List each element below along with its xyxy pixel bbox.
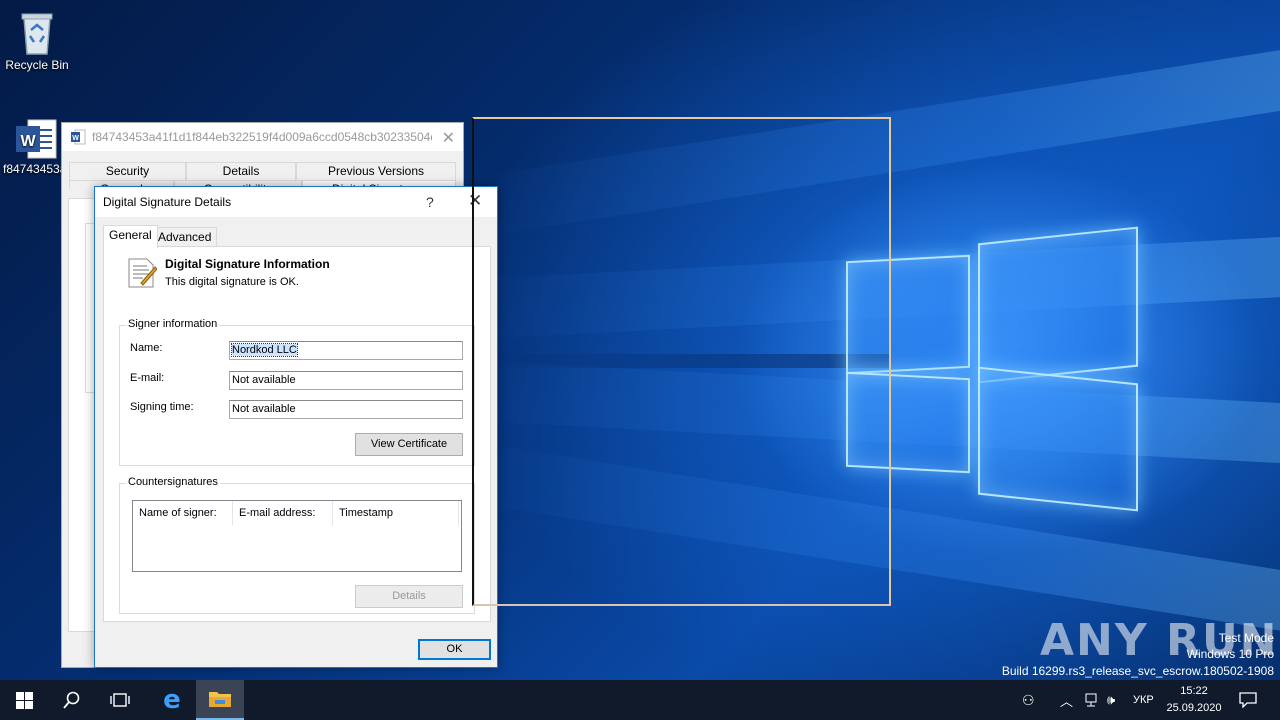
task-view-button[interactable] xyxy=(96,680,144,720)
column-header-name-of-signer[interactable]: Name of signer: xyxy=(133,501,233,525)
taskbar: e ⚇ ︿ 🕪 УКР 15:22 25.09.2020 xyxy=(0,680,1280,720)
svg-text:W: W xyxy=(20,133,36,150)
word-document-icon: W xyxy=(16,119,57,159)
ok-button[interactable]: OK xyxy=(418,639,491,660)
windows-edition-text: Windows 10 Pro xyxy=(1186,647,1274,661)
test-mode-text: Test Mode xyxy=(1218,631,1274,645)
countersignatures-list[interactable]: Name of signer: E-mail address: Timestam… xyxy=(132,500,462,572)
word-document-label: f84743453a xyxy=(3,162,67,176)
countersignatures-group: Countersignatures Name of signer: E-mail… xyxy=(119,476,475,614)
column-header-timestamp[interactable]: Timestamp xyxy=(333,501,459,525)
search-icon xyxy=(63,691,80,709)
desktop-icon-recycle-bin[interactable]: Recycle Bin xyxy=(1,8,73,72)
tab-advanced[interactable]: Advanced xyxy=(152,227,218,248)
recycle-bin-label: Recycle Bin xyxy=(5,58,69,72)
dialog-title: Digital Signature Details xyxy=(103,195,232,209)
people-button[interactable]: ⚇ xyxy=(1022,680,1035,720)
network-icon xyxy=(1085,693,1097,707)
chevron-up-icon: ︿ xyxy=(1060,693,1074,709)
word-document-icon: W xyxy=(71,129,86,145)
signer-information-legend: Signer information xyxy=(126,318,220,330)
recycle-bin-icon xyxy=(21,13,53,55)
view-certificate-button[interactable]: View Certificate xyxy=(355,433,463,456)
help-icon[interactable]: ? xyxy=(426,194,434,210)
signing-time-label: Signing time: xyxy=(130,401,194,413)
volume-control[interactable]: 🕪 xyxy=(1107,680,1115,720)
file-explorer-button[interactable] xyxy=(196,680,244,720)
email-field[interactable]: Not available xyxy=(229,371,463,390)
properties-title: f84743453a41f1d1f844eb322519f4d009a6ccd0… xyxy=(92,130,432,144)
name-field[interactable]: Nordkod LLC xyxy=(229,341,463,360)
start-button[interactable] xyxy=(0,680,48,720)
language-indicator: УКР xyxy=(1133,694,1154,706)
signer-information-group: Signer information Name: Nordkod LLC E-m… xyxy=(119,318,475,466)
speaker-icon: 🕪 xyxy=(1107,692,1116,707)
tab-previous-versions[interactable]: Previous Versions xyxy=(296,162,456,180)
details-button[interactable]: Details xyxy=(355,585,463,608)
folder-icon xyxy=(209,692,231,707)
digital-signature-details-dialog: Digital Signature Details ? ✕ General Ad… xyxy=(94,186,498,668)
clock[interactable]: 15:22 25.09.2020 xyxy=(1162,683,1226,717)
clock-date: 25.09.2020 xyxy=(1166,702,1222,714)
tab-general[interactable]: General xyxy=(103,225,158,248)
search-button[interactable] xyxy=(48,680,96,720)
clock-time: 15:22 xyxy=(1180,685,1208,697)
task-view-icon xyxy=(110,693,130,707)
action-center-button[interactable] xyxy=(1228,680,1268,720)
tab-details[interactable]: Details xyxy=(186,162,296,180)
dialog-titlebar[interactable]: Digital Signature Details ? ✕ xyxy=(95,187,497,217)
input-language[interactable]: УКР xyxy=(1133,680,1154,720)
selection-rectangle xyxy=(472,117,891,606)
properties-titlebar[interactable]: W f84743453a41f1d1f844eb322519f4d009a6cc… xyxy=(62,123,463,151)
show-hidden-icons-button[interactable]: ︿ xyxy=(1060,680,1073,720)
svg-text:W: W xyxy=(72,135,79,142)
people-icon: ⚇ xyxy=(1022,691,1035,708)
properties-tabs-row1: Security Details Previous Versions xyxy=(69,162,456,180)
edge-browser-button[interactable]: e xyxy=(148,680,196,720)
build-info-text: Build 16299.rs3_release_svc_escrow.18050… xyxy=(1001,664,1274,678)
windows-start-icon xyxy=(15,691,33,709)
network-status[interactable] xyxy=(1083,680,1099,720)
name-label: Name: xyxy=(130,342,163,354)
edge-icon: e xyxy=(163,685,181,715)
notification-icon xyxy=(1239,692,1257,708)
countersignatures-legend: Countersignatures xyxy=(126,476,220,488)
certificate-document-icon xyxy=(128,258,157,288)
close-icon[interactable]: ✕ xyxy=(442,128,455,148)
signature-status-text: This digital signature is OK. xyxy=(165,276,299,288)
email-label: E-mail: xyxy=(130,372,165,384)
signing-time-field[interactable]: Not available xyxy=(229,400,463,419)
tab-security[interactable]: Security xyxy=(69,162,186,180)
signature-info-title: Digital Signature Information xyxy=(165,257,330,271)
column-header-email-address[interactable]: E-mail address: xyxy=(233,501,333,525)
desktop-icon-word-document[interactable]: W f84743453a xyxy=(0,118,68,176)
